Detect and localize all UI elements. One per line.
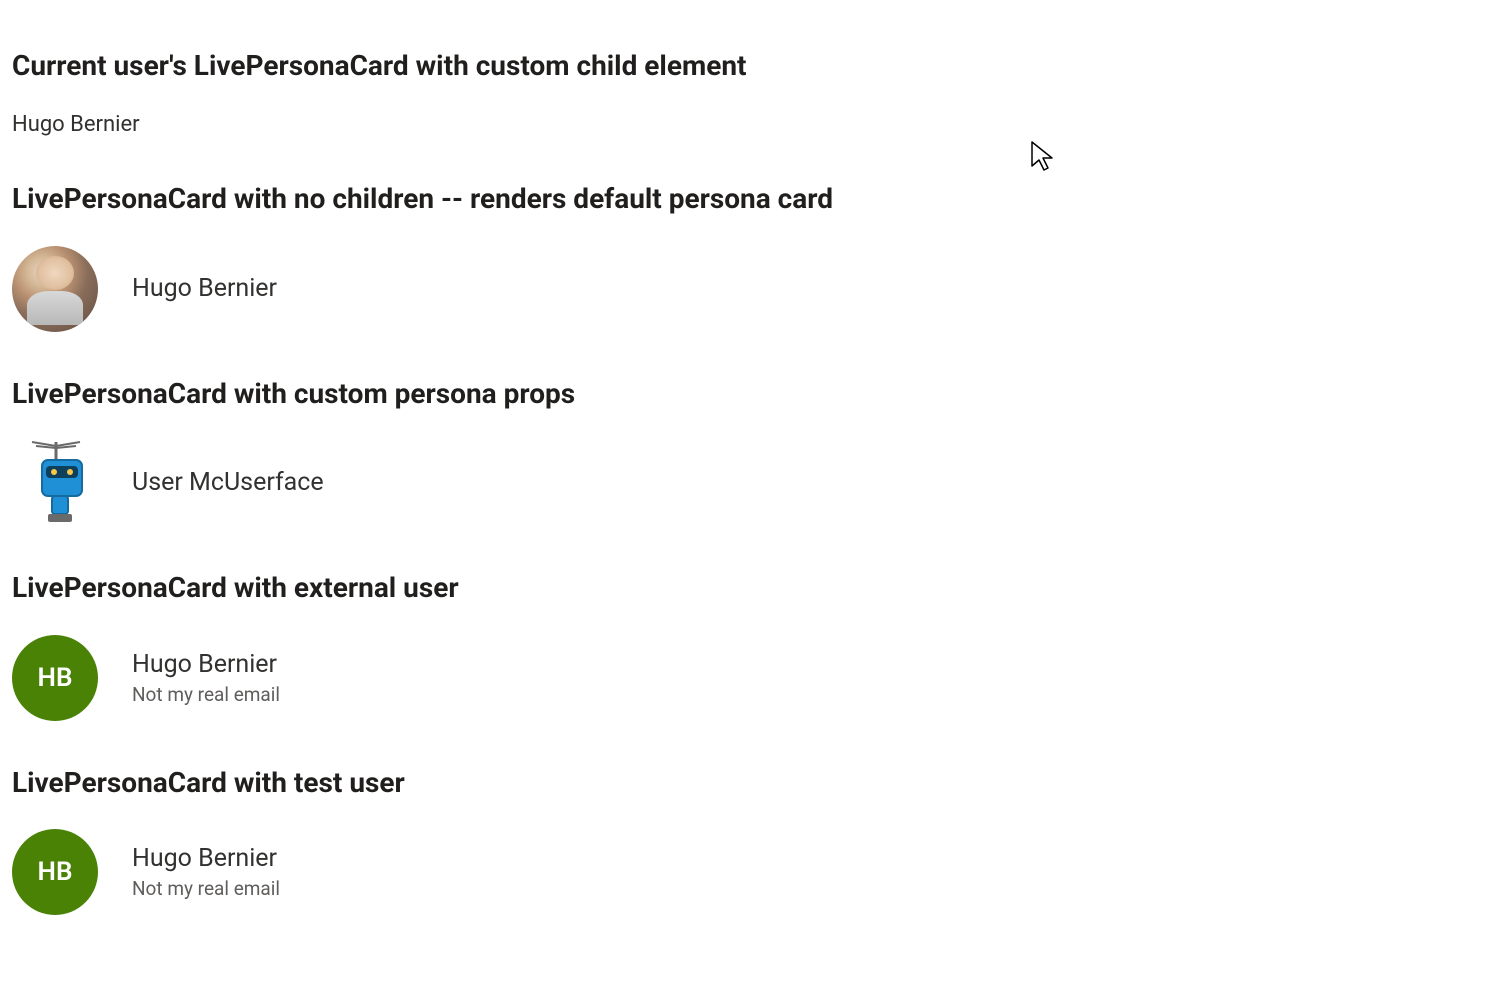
persona-primary-text: Hugo Bernier <box>132 272 277 306</box>
section-test-user: LivePersonaCard with test user HB Hugo B… <box>12 765 1500 915</box>
persona-details: Hugo Bernier Not my real email <box>132 842 280 901</box>
persona-details: User McUserface <box>132 466 324 500</box>
section-heading: LivePersonaCard with external user <box>12 570 1500 606</box>
section-heading: Current user's LivePersonaCard with cust… <box>12 48 1500 84</box>
persona-custom-child-text[interactable]: Hugo Bernier <box>12 112 1500 137</box>
persona-details: Hugo Bernier <box>132 272 277 306</box>
persona-card[interactable]: Hugo Bernier <box>12 246 1500 332</box>
robot-icon <box>12 440 98 526</box>
avatar-initials: HB <box>12 635 98 721</box>
section-custom-child: Current user's LivePersonaCard with cust… <box>12 48 1500 137</box>
section-heading: LivePersonaCard with test user <box>12 765 1500 801</box>
persona-secondary-text: Not my real email <box>132 682 280 708</box>
avatar-robot <box>12 440 98 526</box>
section-heading: LivePersonaCard with custom persona prop… <box>12 376 1500 412</box>
section-default-persona: LivePersonaCard with no children -- rend… <box>12 181 1500 331</box>
persona-primary-text: Hugo Bernier <box>132 842 280 876</box>
persona-card[interactable]: HB Hugo Bernier Not my real email <box>12 635 1500 721</box>
avatar-photo <box>12 246 98 332</box>
persona-primary-text: User McUserface <box>132 466 324 500</box>
section-heading: LivePersonaCard with no children -- rend… <box>12 181 1500 217</box>
persona-primary-text: Hugo Bernier <box>132 648 280 682</box>
avatar-initials: HB <box>12 829 98 915</box>
avatar-initials-text: HB <box>38 663 73 693</box>
persona-secondary-text: Not my real email <box>132 876 280 902</box>
persona-card[interactable]: User McUserface <box>12 440 1500 526</box>
section-external-user: LivePersonaCard with external user HB Hu… <box>12 570 1500 720</box>
persona-card[interactable]: HB Hugo Bernier Not my real email <box>12 829 1500 915</box>
section-custom-props: LivePersonaCard with custom persona prop… <box>12 376 1500 526</box>
persona-details: Hugo Bernier Not my real email <box>132 648 280 707</box>
avatar-initials-text: HB <box>38 857 73 887</box>
cursor-icon <box>1030 140 1058 172</box>
